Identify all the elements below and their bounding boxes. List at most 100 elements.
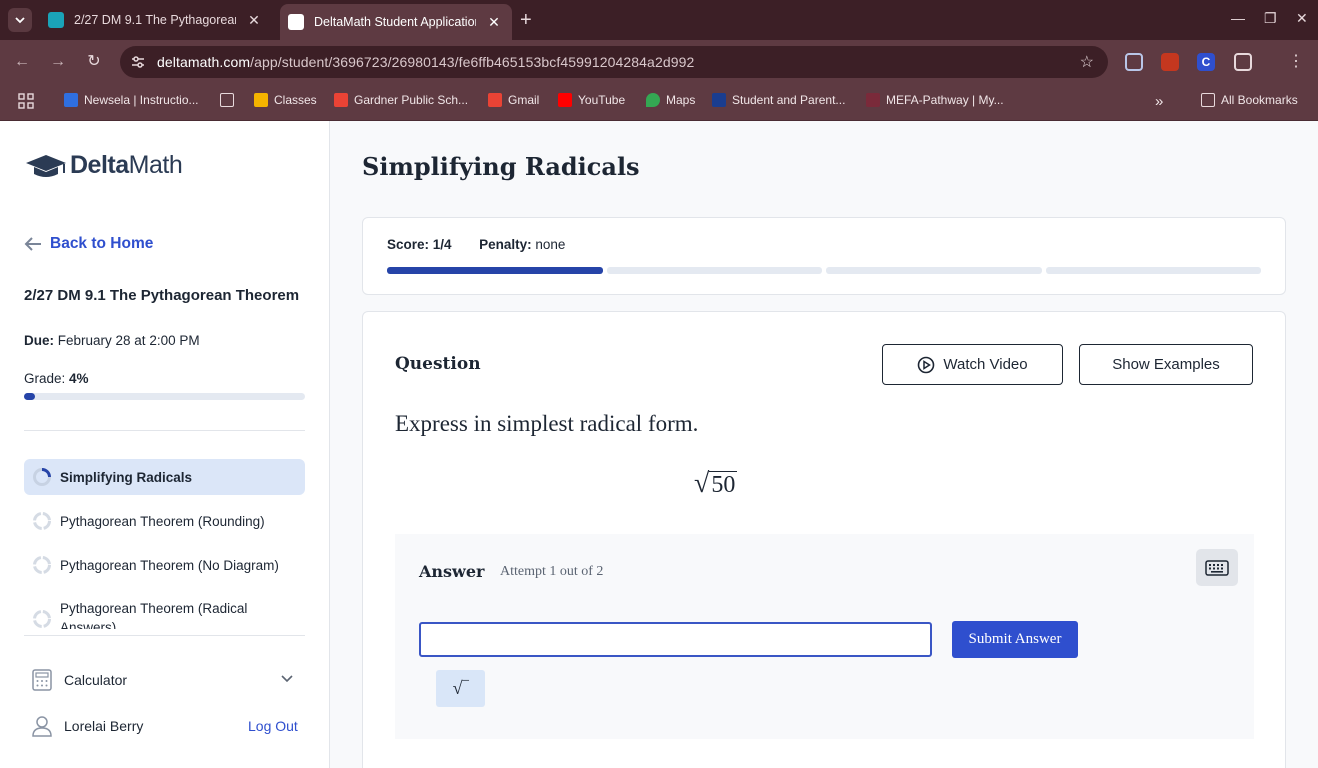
question-card: Question Watch Video Show Examples Expre… [362,311,1286,768]
browser-tab-assignment[interactable]: 2/27 DM 9.1 The Pythagorean ✕ [40,6,272,34]
user-profile: Lorelai Berry [32,715,143,737]
folder-icon [1201,93,1215,107]
chevron-down-icon [15,17,25,24]
forward-arrow-icon[interactable]: → [48,52,68,72]
score-segment [387,267,603,274]
deltamath-logo[interactable]: DeltaMath [24,151,183,180]
close-tab-icon[interactable]: ✕ [486,14,502,30]
due-date: Due: February 28 at 2:00 PM [24,333,200,348]
more-bookmarks-icon[interactable]: » [1155,93,1163,110]
extension-c-icon[interactable]: C [1197,53,1215,71]
play-circle-icon [918,356,935,373]
bookmark-gardner[interactable]: Gardner Public Sch... [334,93,468,107]
sis-icon [712,93,726,107]
user-icon [32,716,52,737]
bookmark-youtube[interactable]: YouTube [558,93,625,107]
progress-ring-icon [33,512,51,530]
bookmark-classes[interactable]: Classes [254,93,317,107]
extension-book-icon[interactable] [1161,53,1179,71]
grade-value: 4% [69,371,89,386]
bookmark-gmail[interactable]: Gmail [488,93,539,107]
question-prompt: Express in simplest radical form. [395,411,699,436]
score-segment [826,267,1042,274]
calculator-icon [32,669,52,691]
bookmark-star-icon[interactable]: ☆ [1080,52,1094,72]
extensions-puzzle-icon[interactable] [1234,53,1252,71]
back-to-home-link[interactable]: Back to Home [24,235,153,253]
bookmark-label: YouTube [578,93,626,107]
bookmark-label: Gmail [508,93,540,107]
reload-icon[interactable]: ↻ [84,52,104,72]
skill-label: Pythagorean Theorem (Radical Answers) [60,601,248,629]
score-label: Score: [387,237,430,252]
calculator-toggle[interactable]: Calculator [32,669,127,691]
all-bookmarks[interactable]: All Bookmarks [1201,93,1298,107]
skill-label: Pythagorean Theorem (No Diagram) [60,557,279,573]
logout-link[interactable]: Log Out [248,718,298,734]
address-bar[interactable]: deltamath.com/app/student/3696723/269801… [120,46,1108,78]
logo-bold: Delta [70,151,129,179]
grade-text: Grade: 4% [24,371,89,386]
gmail-icon [488,93,502,107]
grade-progress-bar [24,393,305,400]
radical-expression: √50 [694,468,738,500]
submit-answer-button[interactable]: Submit Answer [952,621,1078,658]
bookmark-folder[interactable] [220,93,240,107]
keyboard-toggle-button[interactable] [1196,549,1238,586]
chevron-down-icon[interactable] [280,674,294,684]
gmail-icon [334,93,348,107]
score-segment [606,267,822,274]
score-card: Score: 1/4 Penalty: none [362,217,1286,295]
page-title: Simplifying Radicals [362,152,640,181]
penalty-value: none [535,237,566,252]
minimize-icon[interactable]: — [1231,10,1245,26]
bookmark-label: All Bookmarks [1221,93,1298,107]
browser-tab-deltamath[interactable]: DeltaMath Student Application ✕ [280,4,512,40]
url-text: deltamath.com/app/student/3696723/269801… [157,54,694,70]
bookmark-mefa[interactable]: MEFA-Pathway | My... [866,93,1004,107]
assignment-title: 2/27 DM 9.1 The Pythagorean Theorem [24,287,300,304]
bookmark-sis[interactable]: Student and Parent... [712,93,845,107]
restore-icon[interactable]: ❐ [1264,10,1277,27]
site-settings-icon[interactable] [130,54,146,70]
graduation-cap-icon [26,154,66,177]
bookmark-label: Gardner Public Sch... [354,93,469,107]
url-path: /app/student/3696723/26980143/fe6ffb4651… [250,54,695,70]
answer-area: Answer Attempt 1 out of 2 Submit Answer … [395,534,1254,739]
bookmarks-bar: Newsela | Instructio... Classes Gardner … [0,84,1318,121]
watch-video-label: Watch Video [943,356,1028,373]
back-arrow-icon[interactable]: ← [12,52,32,72]
calculator-label: Calculator [64,672,128,688]
apps-grid-icon[interactable] [18,93,34,109]
show-examples-button[interactable]: Show Examples [1079,344,1253,385]
bookmark-maps[interactable]: Maps [646,93,695,107]
watch-video-button[interactable]: Watch Video [882,344,1063,385]
score-segment [1045,267,1261,274]
grade-label: Grade: [24,371,70,386]
user-name: Lorelai Berry [64,718,144,734]
bookmark-newsela[interactable]: Newsela | Instructio... [64,93,199,107]
back-label: Back to Home [50,235,154,252]
bookmark-label: MEFA-Pathway | My... [886,93,1004,107]
url-host: deltamath.com [157,54,251,70]
keyboard-icon [1205,559,1229,576]
skill-pythagorean-radical-answers[interactable]: Pythagorean Theorem (Radical Answers) [24,599,305,629]
youtube-icon [558,93,572,107]
skill-pythagorean-rounding[interactable]: Pythagorean Theorem (Rounding) [24,503,305,539]
bookmark-label: Maps [666,93,696,107]
new-tab-button[interactable]: + [520,10,532,30]
skill-pythagorean-no-diagram[interactable]: Pythagorean Theorem (No Diagram) [24,547,305,583]
radical-symbol: √ [694,468,710,499]
answer-input[interactable] [419,622,932,657]
tab-search-button[interactable] [8,8,32,32]
skill-simplifying-radicals[interactable]: Simplifying Radicals [24,459,305,495]
close-window-icon[interactable]: ✕ [1296,10,1308,27]
close-tab-icon[interactable]: ✕ [246,12,262,28]
extension-reader-icon[interactable] [1125,53,1143,71]
browser-menu-icon[interactable]: ⋮ [1286,52,1306,72]
due-value: February 28 at 2:00 PM [57,333,200,348]
score-line: Score: 1/4 Penalty: none [387,237,565,252]
sqrt-key-button[interactable]: √‾ [436,670,485,707]
classroom-favicon-icon [48,12,64,28]
logo-text: DeltaMath [70,151,183,180]
